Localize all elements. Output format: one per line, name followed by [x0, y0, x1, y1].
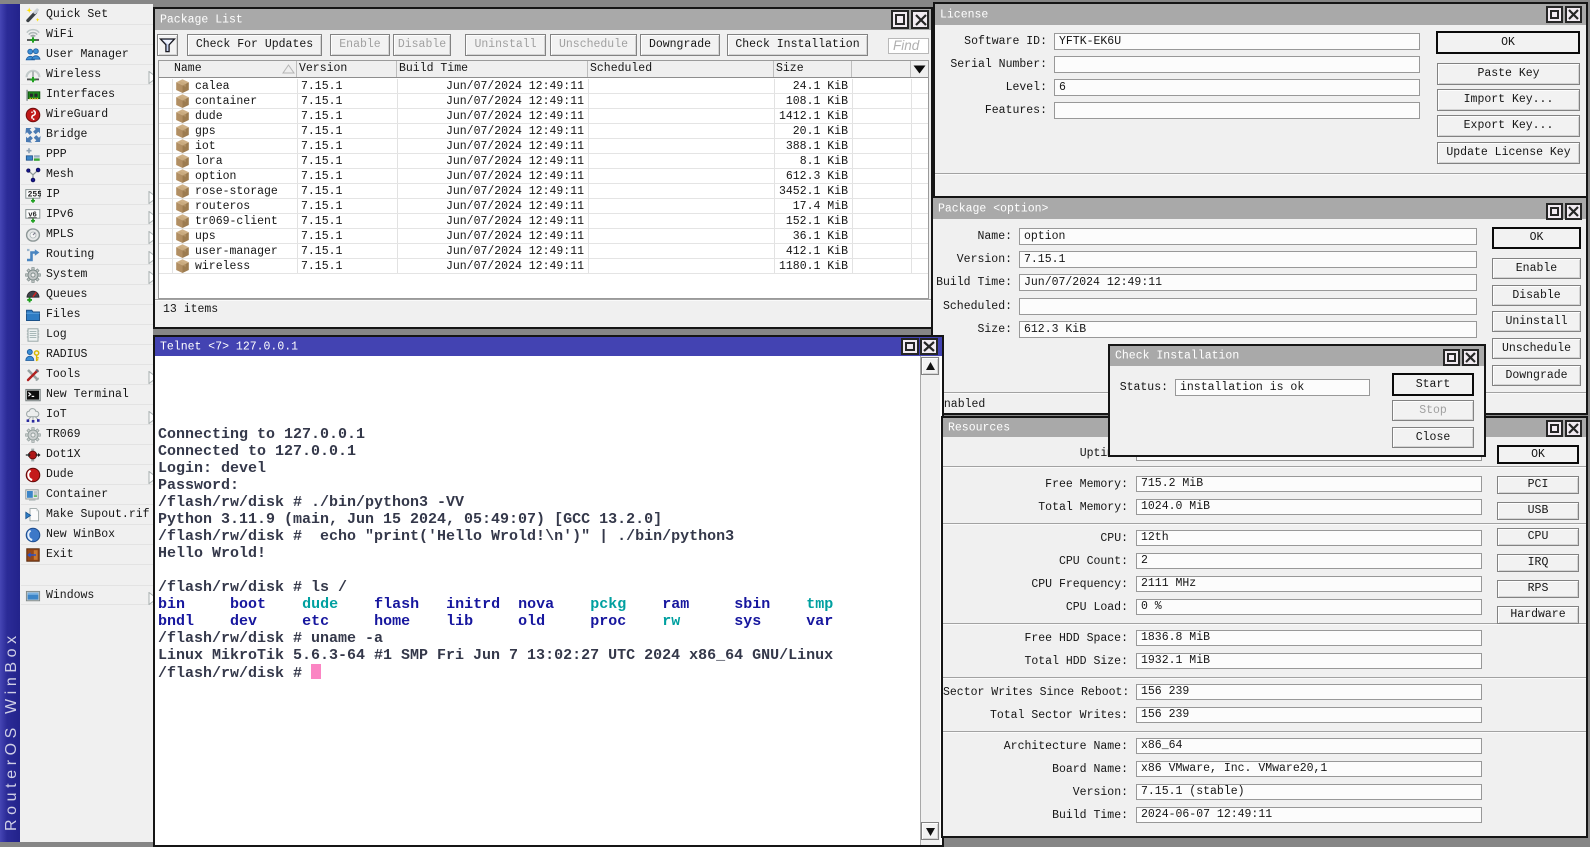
svg-text:255: 255: [28, 191, 41, 200]
svg-text:v6: v6: [28, 211, 37, 219]
